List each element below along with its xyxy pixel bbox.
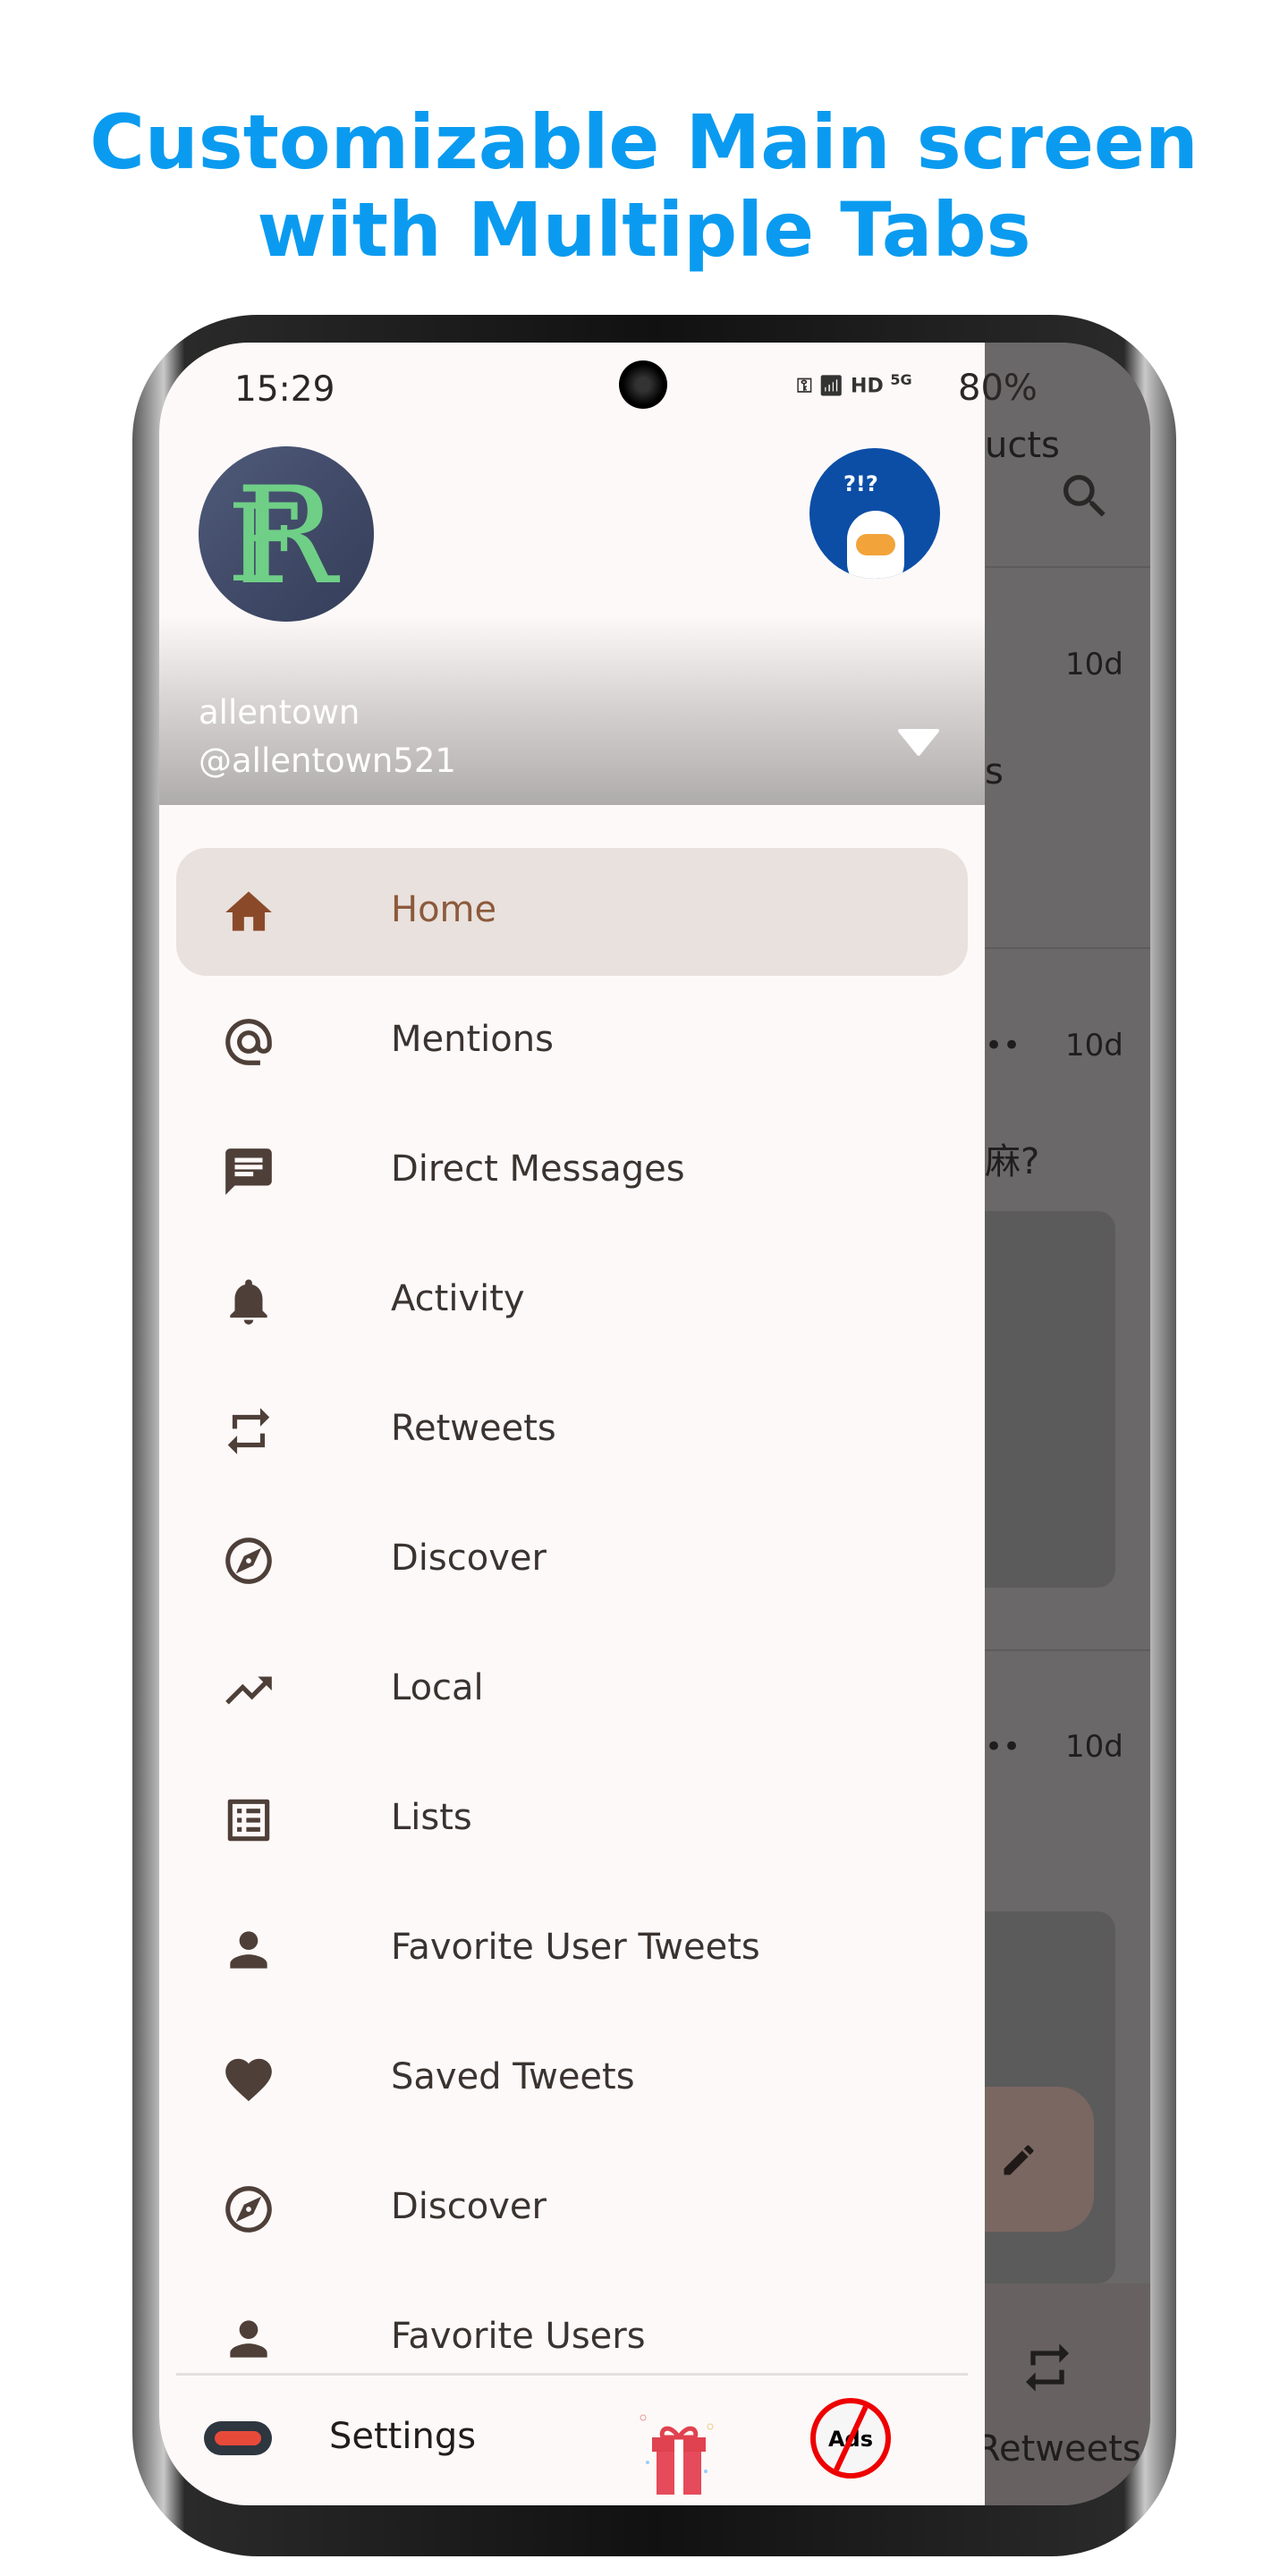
menu-item-label: Retweets	[391, 1408, 556, 1449]
menu-item-discover[interactable]: Discover	[176, 2145, 968, 2273]
settings-button[interactable]: Settings	[329, 2416, 476, 2457]
menu-item-label: Favorite Users	[391, 2316, 646, 2357]
message-icon	[225, 1148, 272, 1195]
media-card[interactable]	[985, 1211, 1115, 1588]
trending-icon	[225, 1676, 272, 1705]
duck-beak	[856, 534, 895, 555]
remove-ads-button[interactable]: Ads	[810, 2398, 891, 2479]
svg-text:F: F	[227, 482, 301, 606]
divider	[985, 1649, 1150, 1651]
retweet-icon[interactable]	[1019, 2339, 1076, 2396]
secondary-account-avatar[interactable]: ?!?	[809, 448, 940, 579]
menu-item-label: Favorite User Tweets	[391, 1927, 760, 1968]
wifi-icon: 📶︎	[818, 375, 844, 398]
headline-line-2: with Multiple Tabs	[257, 186, 1031, 274]
pencil-icon	[1004, 2145, 1034, 2175]
divider	[985, 947, 1150, 949]
more-dots[interactable]: ••	[985, 1729, 1021, 1765]
more-dots[interactable]: ••	[985, 1028, 1021, 1063]
home-icon	[225, 891, 272, 931]
settings-toggle-icon[interactable]	[204, 2421, 272, 2455]
app-title-fragment: ucts	[985, 425, 1060, 466]
menu-item-label: Discover	[391, 1538, 547, 1579]
person-icon	[230, 2320, 267, 2358]
avatar-logo: R F	[227, 459, 340, 614]
tweet-time: 10d	[1065, 647, 1123, 682]
network-type: HD	[851, 375, 884, 398]
menu-item-favorite-user-tweets[interactable]: Favorite User Tweets	[176, 1885, 968, 2013]
camera-cutout	[619, 360, 667, 409]
menu-item-retweets[interactable]: Retweets	[176, 1367, 968, 1495]
menu-item-label: Mentions	[391, 1019, 554, 1060]
tweet-text: s	[985, 751, 1004, 792]
account-handle: @allentown521	[199, 741, 456, 780]
tweet-time: 10d	[1065, 1729, 1123, 1765]
compass-icon	[225, 1538, 272, 1584]
headline: Customizable Main screen with Multiple T…	[0, 98, 1288, 274]
avatar[interactable]: R F	[199, 446, 374, 622]
background-app: ucts 10d s •• 10d 麻? •• 10d Retweets	[940, 343, 1150, 2505]
menu-item-home[interactable]: Home	[176, 848, 968, 976]
compass-icon	[225, 2186, 272, 2233]
menu-item-label: Direct Messages	[391, 1148, 685, 1190]
signal-type: 5G	[890, 371, 912, 388]
retweet-icon	[227, 1408, 270, 1454]
vpn-key-icon: ⚿	[797, 375, 812, 398]
menu-item-discover[interactable]: Discover	[176, 1496, 968, 1624]
person-icon	[230, 1931, 267, 1969]
at-icon	[225, 1019, 272, 1065]
bell-icon	[230, 1279, 267, 1325]
navigation-drawer: 15:29 ⚿ 📶︎ HD 5G 80% R F ?!? allentown @…	[159, 343, 1038, 2505]
account-name: allentown	[199, 693, 360, 732]
heart-icon	[225, 2058, 272, 2102]
menu-item-local[interactable]: Local	[176, 1626, 968, 1754]
menu-item-mentions[interactable]: Mentions	[176, 978, 968, 1106]
search-icon[interactable]	[1056, 468, 1114, 525]
status-time: 15:29	[234, 369, 335, 410]
list-icon	[227, 1799, 270, 1842]
menu-item-label: Saved Tweets	[391, 2056, 635, 2097]
tweet-time: 10d	[1065, 1028, 1123, 1063]
divider	[985, 566, 1150, 568]
phone-screen: ucts 10d s •• 10d 麻? •• 10d Retweets 15:…	[159, 343, 1150, 2505]
question-marks: ?!?	[843, 471, 878, 496]
menu-item-label: Local	[391, 1667, 484, 1708]
menu-item-label: Discover	[391, 2186, 547, 2227]
menu-item-activity[interactable]: Activity	[176, 1237, 968, 1365]
gift-icon[interactable]	[630, 2400, 728, 2498]
tab-retweets[interactable]: Retweets	[976, 2428, 1141, 2470]
tweet-text: 麻?	[985, 1141, 1040, 1182]
menu-item-favorite-users[interactable]: Favorite Users	[176, 2275, 968, 2402]
account-dropdown-icon[interactable]	[898, 727, 939, 756]
menu-item-label: Home	[391, 889, 497, 930]
bottom-nav: Retweets	[976, 2284, 1150, 2505]
menu-item-lists[interactable]: Lists	[176, 1756, 968, 1884]
battery-level: 80%	[958, 368, 1038, 409]
menu-item-label: Activity	[391, 1278, 525, 1319]
menu-item-saved-tweets[interactable]: Saved Tweets	[176, 2015, 968, 2143]
divider	[176, 2373, 968, 2376]
menu-item-direct-messages[interactable]: Direct Messages	[176, 1107, 968, 1235]
headline-line-1: Customizable Main screen	[89, 98, 1199, 186]
status-icons: ⚿ 📶︎ HD 5G	[797, 371, 912, 397]
menu-item-label: Lists	[391, 1797, 472, 1838]
